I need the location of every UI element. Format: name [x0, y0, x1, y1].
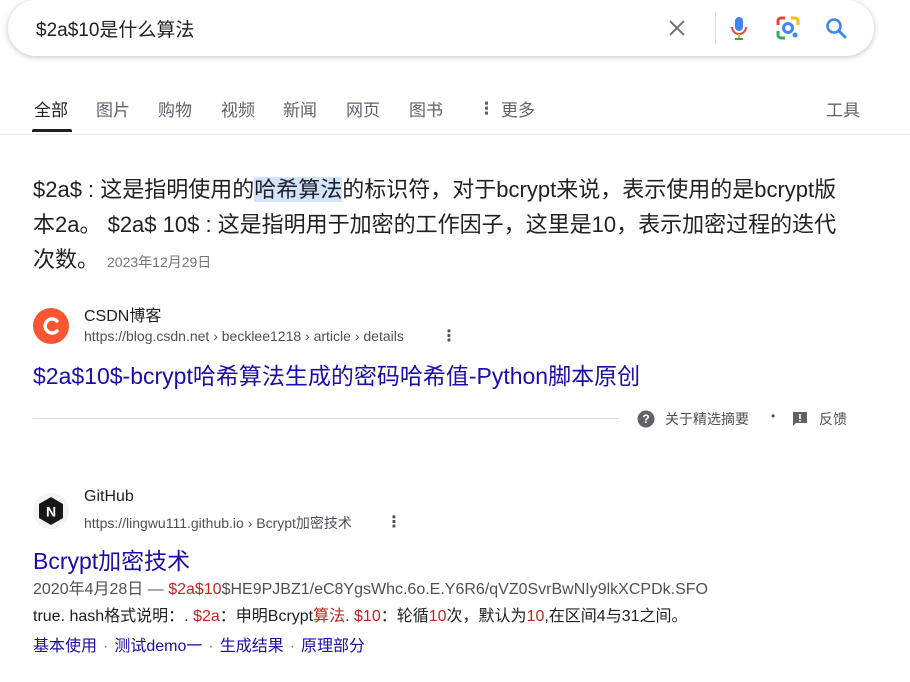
desc-text: ：轮循: [380, 608, 429, 625]
sitelink-test-demo[interactable]: 测试demo一: [114, 638, 202, 655]
tab-web[interactable]: 网页: [346, 96, 380, 121]
desc-em: 10: [526, 608, 545, 625]
tab-images[interactable]: 图片: [96, 96, 130, 121]
featured-snippet-text: $2a$ : 这是指明使用的哈希算法的标识符，对于bcrypt来说，表示使用的是…: [33, 172, 853, 280]
tab-news[interactable]: 新闻: [283, 96, 317, 121]
sitelink-basic-usage[interactable]: 基本使用: [33, 638, 97, 655]
sitelinks: 基本使用 · 测试demo一 · 生成结果 · 原理部分: [33, 632, 365, 656]
help-icon: ?: [637, 410, 655, 428]
active-tab-indicator: [32, 129, 72, 132]
csdn-site-name[interactable]: CSDN博客: [84, 302, 161, 326]
search-divider: [715, 12, 716, 44]
search-icon[interactable]: [822, 14, 850, 42]
feedback-button[interactable]: 反馈: [792, 409, 847, 429]
tab-more[interactable]: ⋮ 更多: [478, 96, 535, 121]
feedback-icon: [793, 412, 807, 426]
github-url[interactable]: https://lingwu111.github.io › Bcrypt加密技术: [84, 513, 352, 533]
csdn-result-title[interactable]: $2a$10$-bcrypt哈希算法生成的密码哈希值-Python脚本原创: [33, 357, 640, 391]
sitelink-results[interactable]: 生成结果: [220, 638, 284, 655]
clear-icon[interactable]: [663, 14, 691, 42]
desc-text: $HE9PJBZ1/eC8YgsWhc.6o.E.Y6R6/qVZ0SvrBwN…: [221, 581, 708, 598]
github-favicon[interactable]: N: [33, 493, 69, 529]
desc-text: true. hash格式说明：.: [33, 608, 194, 625]
separator-dot: •: [771, 409, 776, 423]
snippet-text-a: $2a$ : 这是指明使用的: [33, 177, 255, 202]
search-input[interactable]: $2a$10是什么算法: [36, 15, 194, 42]
search-tabs: 全部 图片 购物 视频 新闻 网页 图书 ⋮ 更多 工具: [0, 86, 910, 135]
divider-line: [33, 418, 619, 419]
about-featured-snippet-label: 关于精选摘要: [665, 411, 749, 427]
tab-shopping[interactable]: 购物: [158, 96, 192, 121]
desc-text: 次，默认为: [446, 608, 527, 625]
tab-all[interactable]: 全部: [34, 96, 68, 121]
svg-text:?: ?: [642, 412, 649, 426]
svg-text:N: N: [46, 504, 56, 520]
more-vert-icon: ⋮: [478, 98, 495, 118]
about-featured-snippet[interactable]: ? 关于精选摘要: [637, 409, 749, 429]
github-result-title[interactable]: Bcrypt加密技术: [33, 542, 190, 576]
sitelink-separator: ·: [289, 638, 296, 655]
desc-text: ：申明Bcrypt: [219, 608, 314, 625]
desc-em: $2a$10: [168, 581, 222, 598]
tab-books[interactable]: 图书: [409, 96, 443, 121]
desc-text: ,在区间4与31之间。: [544, 608, 688, 625]
desc-em: $2a: [193, 608, 220, 625]
desc-em: 10: [428, 608, 447, 625]
desc-text: .: [345, 608, 355, 625]
snippet-highlight: 哈希算法: [254, 177, 343, 202]
github-site-name[interactable]: GitHub: [84, 488, 134, 506]
sitelink-separator: ·: [208, 638, 214, 655]
csdn-favicon[interactable]: [33, 308, 69, 344]
desc-date: 2020年4月28日 —: [33, 581, 169, 598]
microphone-icon[interactable]: [725, 14, 753, 42]
search-box[interactable]: $2a$10是什么算法: [8, 0, 874, 56]
google-lens-icon[interactable]: [774, 14, 802, 42]
tab-videos[interactable]: 视频: [221, 96, 255, 121]
tools-button[interactable]: 工具: [826, 96, 860, 121]
github-description-line-1: 2020年4月28日 — $2a$10$HE9PJBZ1/eC8YgsWhc.6…: [33, 577, 708, 603]
feedback-label: 反馈: [819, 411, 847, 427]
desc-em: $10: [354, 608, 381, 625]
csdn-url[interactable]: https://blog.csdn.net › becklee1218 › ar…: [84, 328, 404, 344]
tab-more-label: 更多: [501, 101, 535, 120]
sitelink-principles[interactable]: 原理部分: [301, 638, 365, 655]
desc-em: 算法: [313, 608, 346, 625]
github-more-options-icon[interactable]: ⋮: [386, 512, 402, 532]
github-description-line-2: true. hash格式说明：. $2a：申明Bcrypt算法. $10：轮循1…: [33, 604, 688, 630]
sitelink-separator: ·: [103, 638, 109, 655]
csdn-more-options-icon[interactable]: ⋮: [441, 326, 457, 346]
snippet-date: 2023年12月29日: [107, 254, 212, 270]
